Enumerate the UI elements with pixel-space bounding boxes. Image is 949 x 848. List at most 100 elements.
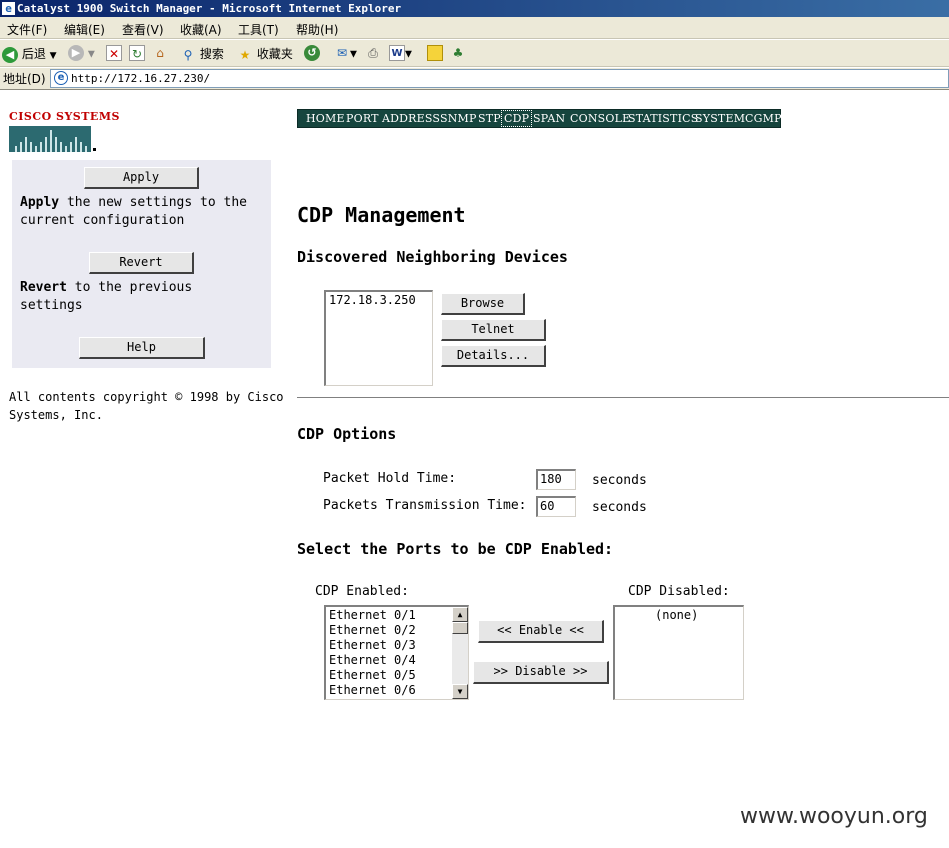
nav-cgmp[interactable]: CGMP xyxy=(745,111,782,126)
forward-button[interactable]: ▶ ▼ xyxy=(68,45,95,61)
telnet-button[interactable]: Telnet xyxy=(441,319,546,341)
port-item[interactable]: Ethernet 0/5 xyxy=(329,668,450,683)
nav-span[interactable]: SPAN xyxy=(533,111,565,126)
back-arrow-icon: ◀ xyxy=(2,46,18,63)
disabled-ports-list[interactable]: (none) xyxy=(613,605,744,700)
enable-button[interactable]: << Enable << xyxy=(478,620,604,643)
hold-time-unit: seconds xyxy=(592,473,647,488)
nav-stp[interactable]: STP xyxy=(478,111,501,126)
menu-file[interactable]: 文件(F) xyxy=(7,21,47,38)
nav-console[interactable]: CONSOLE xyxy=(570,111,630,126)
nav-snmp[interactable]: SNMP xyxy=(440,111,477,126)
nav-statistics[interactable]: STATISTICS xyxy=(628,111,698,126)
tx-time-unit: seconds xyxy=(592,500,647,515)
revert-bold: Revert xyxy=(20,280,67,295)
page-title: CDP Management xyxy=(297,203,466,227)
apply-line2: current configuration xyxy=(20,213,185,228)
ie-icon: e xyxy=(2,2,15,15)
address-url: http://172.16.27.230/ xyxy=(71,72,211,85)
refresh-button[interactable]: ↻ xyxy=(129,45,145,61)
section-divider xyxy=(297,397,949,399)
mail-button[interactable]: ✉ ▼ xyxy=(334,45,357,61)
revert-button[interactable]: Revert xyxy=(89,252,194,274)
menu-favorites[interactable]: 收藏(A) xyxy=(180,21,222,38)
menu-tools[interactable]: 工具(T) xyxy=(238,21,279,38)
ports-scrollbar[interactable]: ▲ ▼ xyxy=(452,607,468,699)
browser-toolbar: ◀ 后退 ▼ ▶ ▼ ✕ ↻ ⌂ ⚲ 搜索 ★ 收藏夹 ↺ ✉ ▼ ⎙ W ▼ ♣ xyxy=(0,40,949,67)
favorites-button[interactable]: ★ 收藏夹 xyxy=(237,45,293,63)
stop-button[interactable]: ✕ xyxy=(106,45,122,61)
menu-help[interactable]: 帮助(H) xyxy=(296,21,338,38)
port-item[interactable]: Ethernet 0/3 xyxy=(329,638,450,653)
neighbors-heading: Discovered Neighboring Devices xyxy=(297,248,568,266)
home-icon: ⌂ xyxy=(156,46,164,60)
disabled-port-item[interactable]: (none) xyxy=(655,608,740,623)
word-icon: W xyxy=(389,45,405,61)
tx-time-label: Packets Transmission Time: xyxy=(323,498,527,513)
disabled-label: CDP Disabled: xyxy=(628,584,730,599)
nav-bar: HOME PORT ADDRESS SNMP STP CDP SPAN CONS… xyxy=(297,109,781,128)
edit-dropdown-icon: ▼ xyxy=(405,49,412,60)
options-heading: CDP Options xyxy=(297,425,397,443)
nav-port[interactable]: PORT xyxy=(346,111,379,126)
favorites-label: 收藏夹 xyxy=(256,47,293,61)
details-button[interactable]: Details... xyxy=(441,345,546,367)
discuss-button[interactable] xyxy=(427,45,443,61)
edit-button[interactable]: W ▼ xyxy=(389,45,412,61)
page-icon: e xyxy=(54,71,68,85)
back-button[interactable]: ◀ 后退 ▼ xyxy=(2,45,57,63)
menu-edit[interactable]: 编辑(E) xyxy=(64,21,105,38)
window-title: Catalyst 1900 Switch Manager - Microsoft… xyxy=(17,2,402,15)
history-icon: ↺ xyxy=(304,45,320,61)
apply-line1: the new settings to the xyxy=(59,195,247,210)
revert-line1: to the previous xyxy=(66,280,193,295)
action-panel: Apply Apply the new settings to the curr… xyxy=(12,160,271,368)
port-item[interactable]: Ethernet 0/4 xyxy=(329,653,450,668)
search-icon: ⚲ xyxy=(183,47,193,62)
disable-button[interactable]: >> Disable >> xyxy=(473,661,609,684)
cisco-logo-text: CISCO SYSTEMS xyxy=(9,110,120,123)
port-item[interactable]: Ethernet 0/2 xyxy=(329,623,450,638)
address-input[interactable]: e http://172.16.27.230/ xyxy=(50,69,949,88)
home-button[interactable]: ⌂ xyxy=(152,45,168,61)
menu-bar: 文件(F) 编辑(E) 查看(V) 收藏(A) 工具(T) 帮助(H) xyxy=(0,17,949,39)
menu-view[interactable]: 查看(V) xyxy=(122,21,164,38)
messenger-button[interactable]: ♣ xyxy=(450,45,466,61)
mail-icon: ✉ xyxy=(336,46,348,60)
forward-dropdown-icon: ▼ xyxy=(87,49,95,60)
hold-time-input[interactable]: 180 xyxy=(536,469,576,490)
address-bar: 地址(D) e http://172.16.27.230/ xyxy=(0,68,949,90)
nav-home[interactable]: HOME xyxy=(306,111,345,126)
browse-button[interactable]: Browse xyxy=(441,293,525,315)
enabled-label: CDP Enabled: xyxy=(315,584,409,599)
port-item[interactable]: Ethernet 0/6 xyxy=(329,683,450,698)
print-icon: ⎙ xyxy=(368,46,378,60)
copyright-line2: Systems, Inc. xyxy=(9,408,103,422)
apply-button[interactable]: Apply xyxy=(84,167,199,189)
scroll-up-icon[interactable]: ▲ xyxy=(452,607,468,622)
star-icon: ★ xyxy=(239,47,251,62)
apply-description: Apply the new settings to the current co… xyxy=(20,194,270,230)
nav-system[interactable]: SYSTEM xyxy=(695,111,745,126)
note-icon xyxy=(427,45,443,61)
history-button[interactable]: ↺ xyxy=(304,45,320,61)
address-label: 地址(D) xyxy=(3,72,46,86)
neighbors-list[interactable]: 172.18.3.250 xyxy=(324,290,433,386)
enabled-ports-list[interactable]: Ethernet 0/1 Ethernet 0/2 Ethernet 0/3 E… xyxy=(324,605,469,700)
window-title-bar: e Catalyst 1900 Switch Manager - Microso… xyxy=(0,0,949,17)
help-button[interactable]: Help xyxy=(79,337,205,359)
port-item[interactable]: Ethernet 0/1 xyxy=(329,608,450,623)
scroll-down-icon[interactable]: ▼ xyxy=(452,684,468,699)
watermark: www.wooyun.org xyxy=(740,804,928,829)
scroll-thumb[interactable] xyxy=(452,622,468,634)
nav-address[interactable]: ADDRESS xyxy=(382,111,440,126)
messenger-icon: ♣ xyxy=(452,46,464,60)
logo-dot xyxy=(93,148,96,151)
tx-time-input[interactable]: 60 xyxy=(536,496,576,517)
revert-line2: settings xyxy=(20,298,83,313)
nav-cdp[interactable]: CDP xyxy=(501,110,533,127)
neighbor-item[interactable]: 172.18.3.250 xyxy=(329,293,429,308)
back-label: 后退 xyxy=(21,47,46,61)
search-button[interactable]: ⚲ 搜索 xyxy=(180,45,224,63)
print-button[interactable]: ⎙ xyxy=(365,45,381,61)
